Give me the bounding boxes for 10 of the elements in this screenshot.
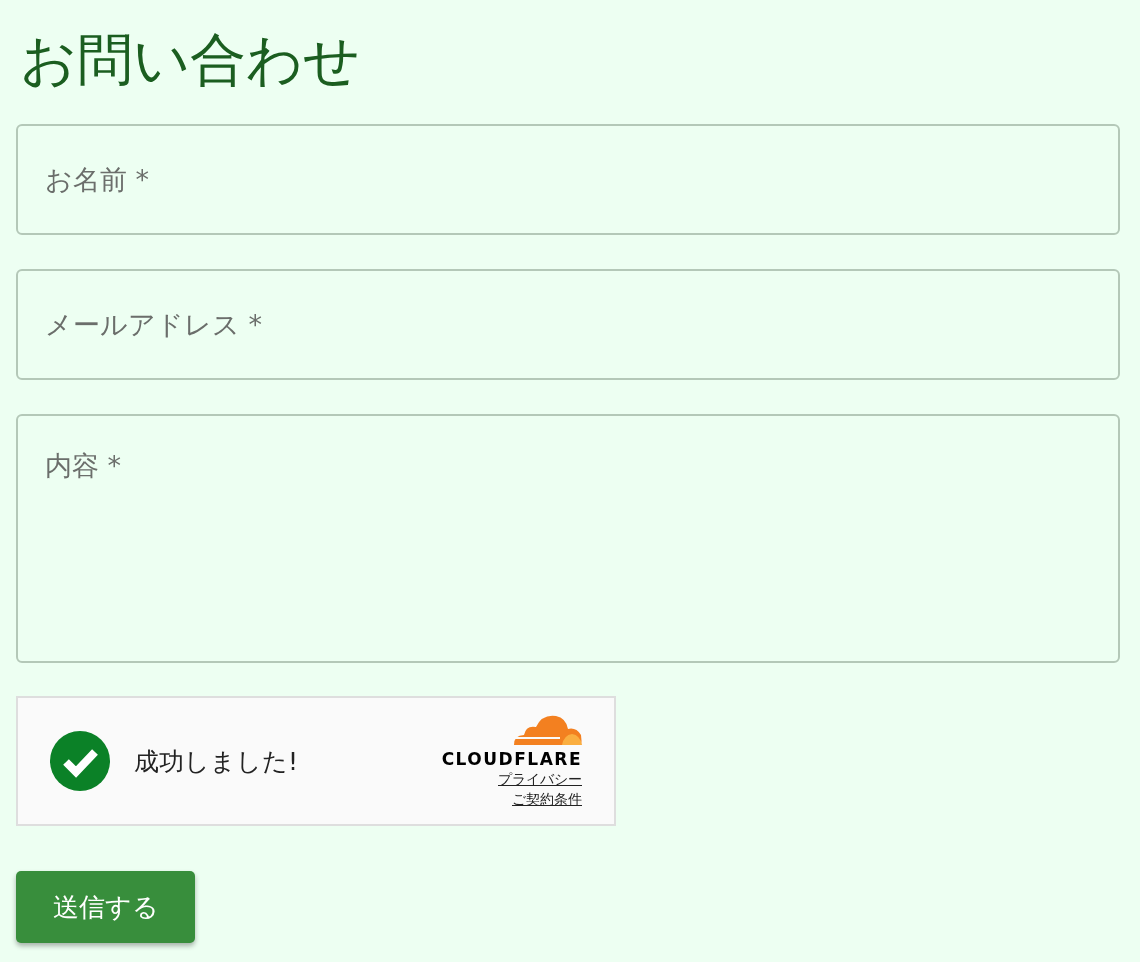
submit-button[interactable]: 送信する bbox=[16, 871, 195, 943]
privacy-link[interactable]: プライバシー bbox=[498, 769, 582, 789]
input-field[interactable]: メールアドレス * bbox=[16, 269, 1120, 380]
captcha-message: 成功しました! bbox=[134, 745, 300, 778]
cloud-logo-icon bbox=[512, 713, 582, 747]
message-field[interactable]: 内容 * bbox=[16, 414, 1120, 663]
input-field[interactable]: お名前 * bbox=[16, 124, 1120, 235]
brand-name: CLOUDFLARE bbox=[441, 749, 582, 769]
page-title: お問い合わせ bbox=[20, 26, 361, 94]
terms-link[interactable]: ご契約条件 bbox=[512, 789, 582, 809]
